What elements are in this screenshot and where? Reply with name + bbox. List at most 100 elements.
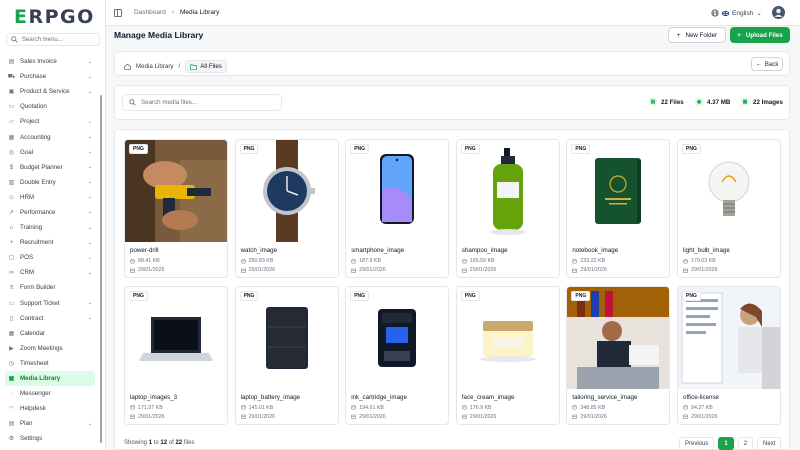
media-file-card[interactable]: PNG laptop_images_3 171.97 KB 29/01/2026	[124, 285, 228, 425]
sidebar-nav: ▤ Sales Invoice ⌄ ⛟ Purchase ⌄ ▣ Product & Serv…	[0, 54, 100, 446]
file-date-value: 29/01/2026	[469, 413, 497, 420]
sidebar-item-performance[interactable]: ↗ Performance ⌄	[0, 205, 100, 220]
pagination-page-2[interactable]: 2	[737, 437, 754, 450]
sidebar-item-training[interactable]: ⌂ Training ⌄	[0, 220, 100, 235]
file-thumbnail[interactable]	[678, 140, 780, 242]
sidebar-item-settings[interactable]: ⚙ Settings	[0, 431, 100, 446]
sidebar-item-label: HRM	[20, 193, 35, 201]
sidebar-item-contract[interactable]: ▯ Contract ⌄	[0, 311, 100, 326]
back-button[interactable]: ← Back	[751, 57, 783, 71]
file-type-badge: PNG	[682, 290, 701, 301]
file-thumbnail[interactable]	[678, 286, 780, 389]
pagination-next[interactable]: Next	[757, 437, 782, 450]
sidebar-toggle-icon[interactable]	[114, 9, 122, 17]
media-search-input[interactable]: Search media files...	[122, 94, 282, 111]
media-file-card[interactable]: PNG office-license 94.27 KB 29/01/2026	[677, 285, 781, 425]
sidebar-item-label: Performance	[20, 208, 56, 216]
file-thumbnail[interactable]	[346, 286, 449, 389]
file-thumbnail[interactable]	[567, 286, 670, 389]
media-grid: PNG power-drill 88.41 KB 29/01/2026 PNG …	[114, 129, 790, 450]
sidebar-item-budget-planner[interactable]: $ Budget Planner ⌄	[0, 160, 100, 175]
new-folder-button[interactable]: + New Folder	[668, 27, 726, 43]
sidebar-item-accounting[interactable]: ▦ Accounting ⌄	[0, 129, 100, 144]
file-thumbnail[interactable]	[235, 286, 338, 389]
sidebar-item-pos[interactable]: ▢ POS ⌄	[0, 250, 100, 265]
sidebar-item-recruitment[interactable]: + Recruitment ⌄	[0, 235, 100, 250]
file-thumbnail[interactable]	[567, 140, 670, 242]
media-file-card[interactable]: PNG smartphone_image 187.9 KB 29/01/2026	[345, 139, 450, 278]
trend-icon: ↗	[8, 208, 15, 216]
sidebar-item-support-ticket[interactable]: ▭ Support Ticket ⌄	[0, 296, 100, 311]
sidebar-item-zoom-meetings[interactable]: ▶ Zoom Meetings	[0, 341, 100, 356]
sidebar-item-form-builder[interactable]: ≡ Form Builder	[0, 280, 100, 295]
sidebar-item-double-entry[interactable]: ▥ Double Entry ⌄	[0, 175, 100, 190]
folder-root-link[interactable]: Media Library	[136, 63, 174, 70]
media-file-card[interactable]: PNG ink_cartridge_image 194.61 KB 29/01/…	[345, 285, 450, 425]
media-file-card[interactable]: PNG light_bulb_image 179.03 KB 29/01/202…	[677, 139, 781, 278]
image-icon: ▣	[8, 375, 15, 383]
file-name: face_cream_image	[461, 393, 515, 401]
sidebar-item-media-library[interactable]: ▣ Media Library	[5, 370, 95, 387]
avatar[interactable]	[772, 6, 785, 19]
user-plus-icon: +	[9, 239, 14, 247]
database-icon	[572, 405, 578, 410]
file-date-value: 29/01/2026	[359, 413, 386, 420]
sidebar-item-plan[interactable]: ▤ Plan ⌄	[0, 416, 100, 431]
sidebar-item-quotation[interactable]: ▭ Quotation	[0, 99, 100, 114]
file-date: 29/01/2026	[351, 414, 386, 420]
sidebar-item-goal[interactable]: ◎ Goal ⌄	[0, 145, 100, 160]
calendar-icon	[462, 268, 467, 273]
sidebar-item-label: CRM	[20, 269, 35, 277]
current-folder[interactable]: All Files	[185, 60, 227, 73]
file-thumbnail[interactable]	[125, 286, 227, 389]
media-search-bar: Search media files... ▤ 22 Files ◉ 4.37 …	[114, 85, 790, 120]
pagination-page-1[interactable]: 1	[718, 437, 734, 450]
chevron-down-icon: ⌄	[87, 239, 92, 246]
pagination-previous[interactable]: Previous	[679, 437, 715, 450]
file-type-badge: PNG	[129, 290, 148, 301]
media-file-card[interactable]: PNG power-drill 88.41 KB 29/01/2026	[124, 139, 228, 278]
app-logo[interactable]: ERPGO	[14, 6, 95, 28]
sidebar-item-hrm[interactable]: ☺ HRM ⌄	[0, 190, 100, 205]
file-thumbnail[interactable]	[456, 286, 559, 389]
file-date: 29/01/2026	[240, 414, 275, 420]
sidebar-item-sales-invoice[interactable]: ▤ Sales Invoice ⌄	[0, 54, 100, 69]
file-date-value: 29/01/2026	[469, 267, 497, 273]
database-icon	[130, 405, 135, 410]
file-thumbnail[interactable]	[125, 140, 227, 242]
language-selector[interactable]: English ⌄	[711, 9, 762, 17]
sidebar-item-purchase[interactable]: ⛟ Purchase ⌄	[0, 69, 100, 84]
sidebar-item-calendar[interactable]: ▦ Calendar	[0, 326, 100, 341]
breadcrumb-dashboard[interactable]: Dashboard	[134, 9, 166, 16]
calendar-icon	[572, 414, 578, 419]
uk-flag-icon	[722, 10, 729, 16]
showing-of-word: of	[168, 440, 174, 446]
chevron-down-icon: ⌄	[87, 254, 92, 261]
file-thumbnail[interactable]	[456, 140, 559, 242]
media-file-card[interactable]: PNG face_cream_image 176.9 KB 29/01/2026	[455, 285, 560, 425]
sidebar-scrollbar[interactable]	[100, 95, 102, 443]
sidebar-item-crm[interactable]: ∞ CRM ⌄	[0, 265, 100, 280]
file-thumbnail[interactable]	[346, 140, 449, 242]
file-thumbnail[interactable]	[235, 140, 338, 242]
calendar-icon	[462, 414, 467, 419]
sidebar-item-project[interactable]: ▱ Project ⌄	[0, 114, 100, 129]
file-type-badge: PNG	[571, 144, 591, 154]
upload-files-button[interactable]: + Upload Files	[730, 27, 790, 43]
media-file-card[interactable]: PNG watch_image 250.83 KB 29/01/2026	[234, 139, 339, 278]
sidebar-item-product-service[interactable]: ▣ Product & Service ⌄	[0, 84, 100, 99]
sidebar-item-timesheet[interactable]: ◷ Timesheet	[0, 356, 100, 371]
sidebar-item-messenger[interactable]: ◌ Messenger	[0, 386, 100, 401]
file-size-value: 176.9 KB	[469, 404, 492, 411]
plus-icon: +	[676, 31, 681, 39]
media-file-card[interactable]: PNG laptop_battery_image 145.01 KB 29/01…	[234, 285, 339, 425]
showing-to-word: to	[153, 440, 159, 446]
media-file-card[interactable]: PNG shampoo_image 165.59 KB 29/01/2026	[455, 139, 560, 278]
media-file-card[interactable]: PNG notebook_image 233.22 KB 29/01/2026	[566, 139, 671, 278]
media-file-card[interactable]: PNG tailoring_service_image 348.85 KB 29…	[566, 285, 671, 425]
sidebar-item-helpdesk[interactable]: ◠ Helpdesk	[0, 401, 100, 416]
file-size-value: 233.22 KB	[580, 258, 606, 264]
sidebar-item-label: Messenger	[20, 390, 51, 398]
file-name: watch_image	[240, 247, 278, 254]
search-menu-input[interactable]: Search menu...	[6, 33, 100, 46]
